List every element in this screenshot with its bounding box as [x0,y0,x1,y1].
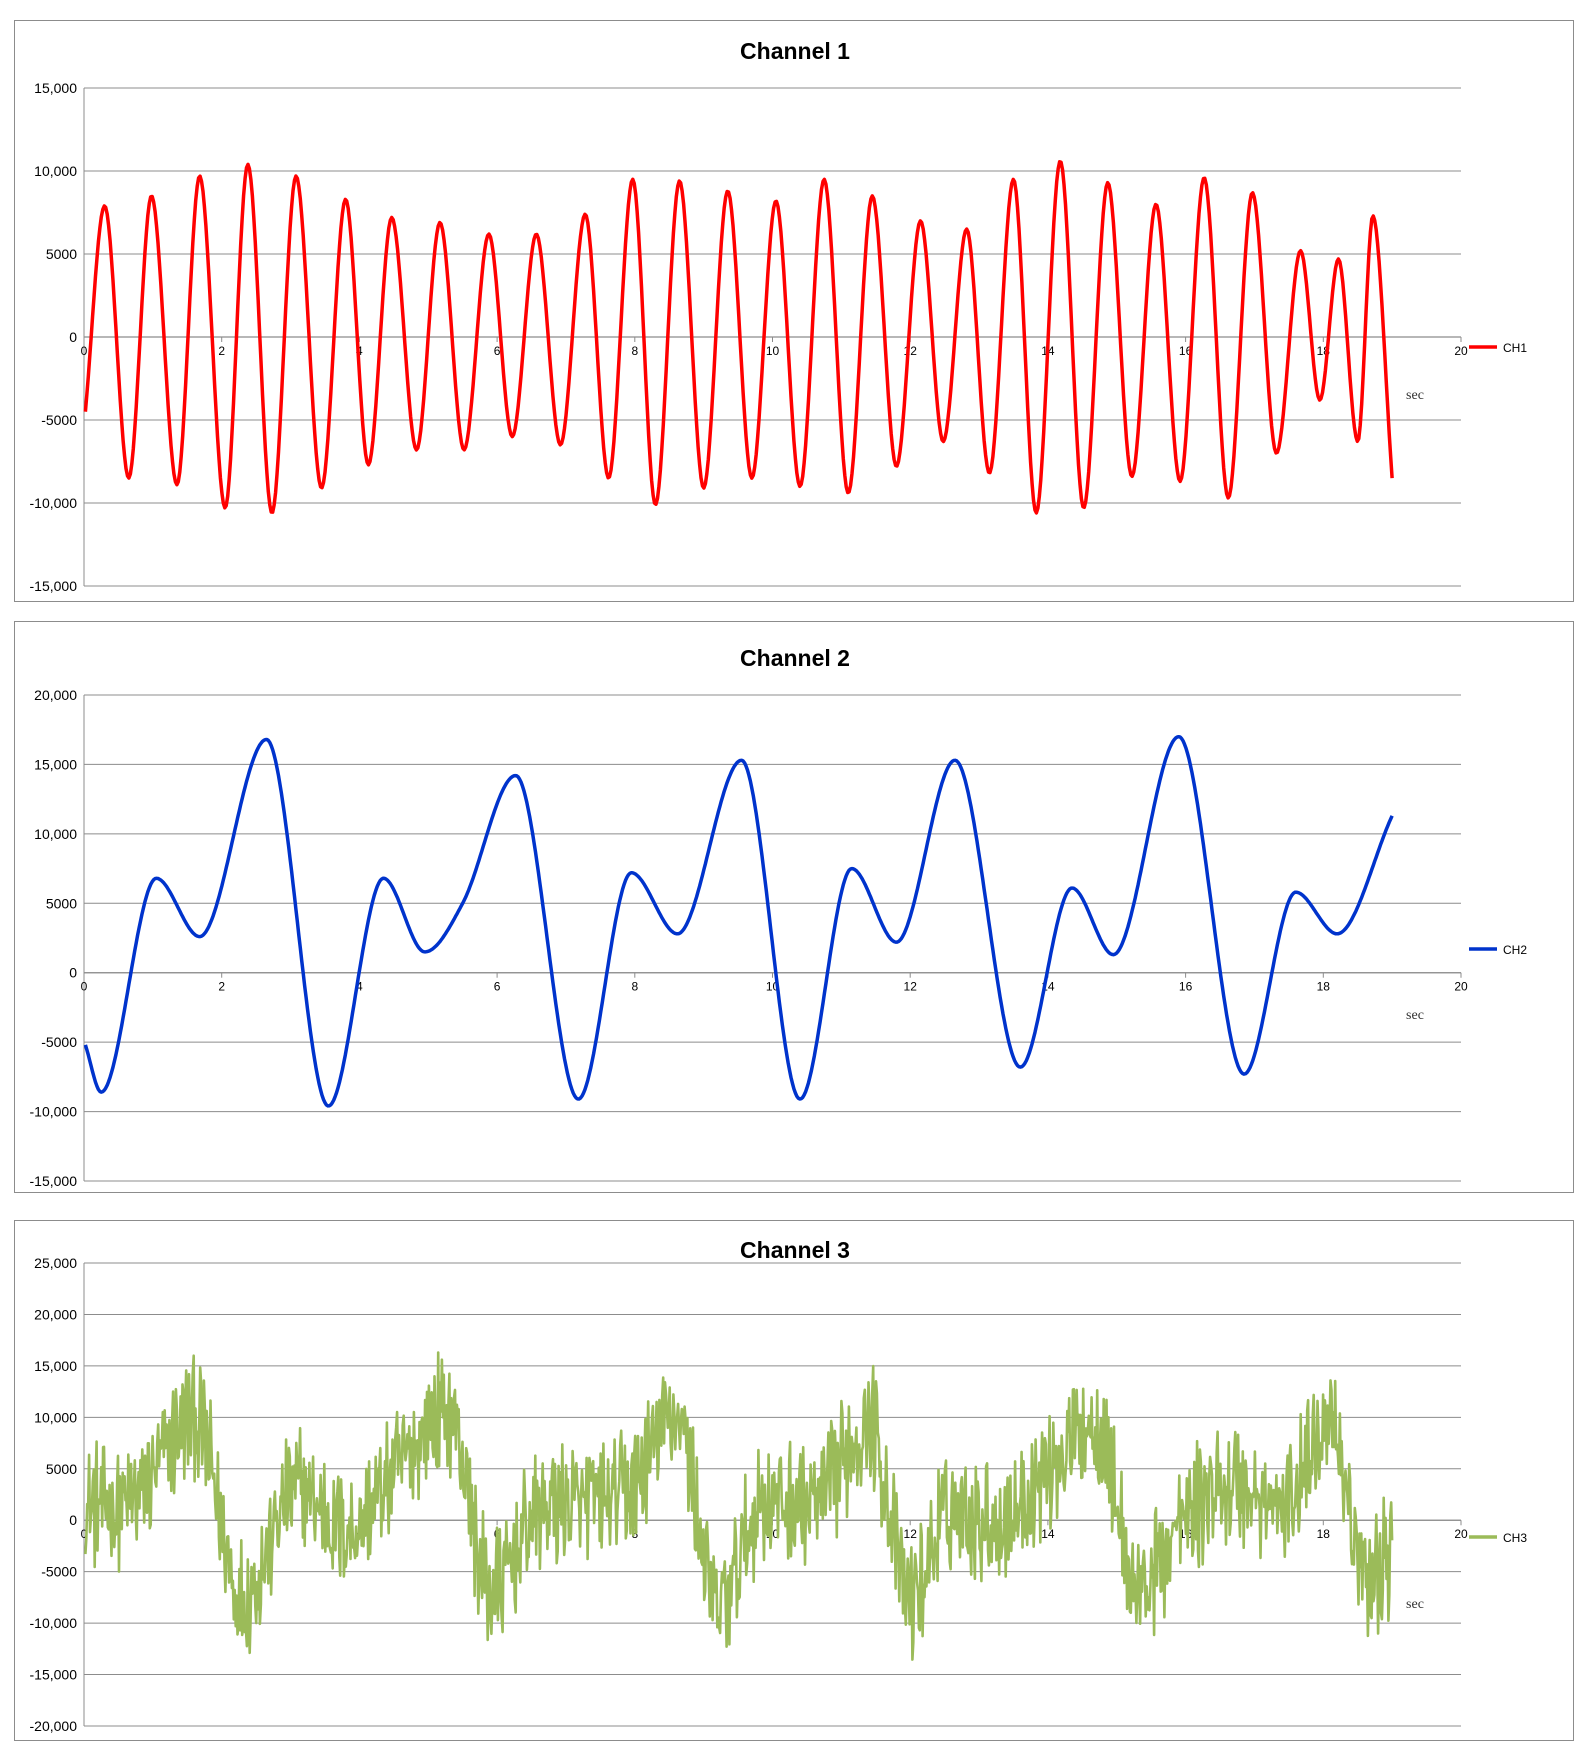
y-tick-label: 10,000 [34,826,77,842]
x-tick-label: 20 [1454,344,1468,358]
x-tick-label: 12 [904,344,918,358]
x-tick-label: 14 [1041,1527,1055,1541]
x-tick-label: 2 [218,344,225,358]
x-tick-label: 20 [1454,1527,1468,1541]
x-tick-label: 2 [218,980,225,994]
channel-3-chart: Channel 3 25,000 20,000 15,000 10,000 5000 0 -5… [14,1220,1574,1741]
x-axis-label: sec [1406,1597,1424,1612]
x-tick-label: 10 [766,344,780,358]
chart-title: Channel 2 [740,645,850,671]
y-tick-label: -15,000 [30,578,78,594]
y-tick-label: -5000 [41,1564,77,1580]
chart-title: Channel 3 [740,1237,850,1263]
chart-title: Channel 1 [740,38,850,64]
x-tick-label: 12 [904,1527,918,1541]
x-tick-label: 16 [1179,980,1193,994]
x-tick-label: 18 [1317,1527,1331,1541]
y-tick-label: 25,000 [34,1255,77,1271]
y-tick-label: 10,000 [34,163,77,179]
channel-1-chart: Channel 1 15,000 10,000 5000 0 -5000 -10,000 -1… [14,20,1574,602]
y-tick-label: -15,000 [30,1667,78,1683]
x-tick-label: 8 [631,344,638,358]
y-tick-label: -15,000 [30,1173,78,1189]
legend-label: CH1 [1503,341,1527,355]
y-tick-label: -20,000 [30,1718,78,1734]
x-tick-label: 20 [1454,980,1468,994]
chart-svg: Channel 2 20,000 15,000 10,000 5000 0 -5000 -10… [30,645,1528,1189]
chart-svg: Channel 1 15,000 10,000 5000 0 -5000 -10,000 -1… [30,38,1528,594]
y-tick-label: 0 [69,329,77,345]
y-tick-label: 15,000 [34,756,77,772]
x-axis-label: sec [1406,1008,1424,1023]
series-line-ch2 [83,734,1394,1108]
y-tick-label: -5000 [41,412,77,428]
x-tick-label: 18 [1317,980,1331,994]
y-tick-label: -10,000 [30,495,78,511]
y-tick-label: 0 [69,1512,77,1528]
y-tick-label: 10,000 [34,1409,77,1425]
y-tick-label: 15,000 [34,1358,77,1374]
y-tick-label: 5000 [46,1461,77,1477]
x-tick-label: 6 [494,980,501,994]
y-tick-label: 0 [69,965,77,981]
y-tick-label: -10,000 [30,1615,78,1631]
x-tick-label: 12 [904,980,918,994]
series-line-ch3 [84,1351,1394,1661]
y-tick-label: 5000 [46,895,77,911]
x-tick-label: 0 [81,344,88,358]
x-tick-label: 0 [81,980,88,994]
chart-svg: Channel 3 25,000 20,000 15,000 10,000 5000 0 -5… [30,1237,1528,1734]
x-axis-label: sec [1406,388,1424,403]
x-tick-label: 8 [631,980,638,994]
y-tick-label: 20,000 [34,1306,77,1322]
legend-label: CH2 [1503,943,1527,957]
y-tick-label: 5000 [46,246,77,262]
y-tick-label: -5000 [41,1034,77,1050]
channel-2-chart: Channel 2 20,000 15,000 10,000 5000 0 -5000 -10… [14,621,1574,1193]
y-tick-label: -10,000 [30,1104,78,1120]
y-tick-label: 15,000 [34,80,77,96]
y-tick-label: 20,000 [34,687,77,703]
legend-label: CH3 [1503,1531,1527,1545]
